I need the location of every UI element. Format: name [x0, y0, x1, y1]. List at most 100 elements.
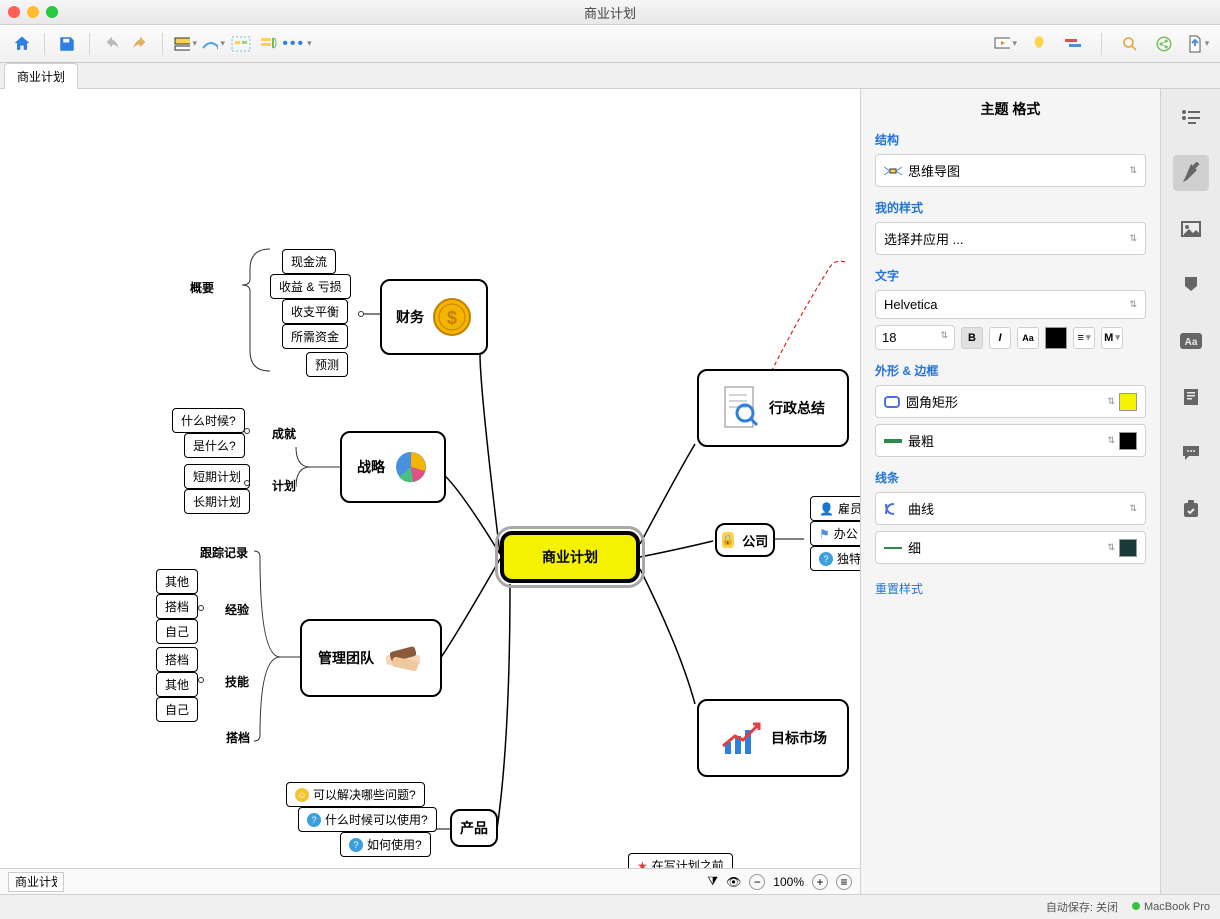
node-finance[interactable]: 财务 $	[380, 279, 488, 355]
node-product[interactable]: 产品	[450, 809, 498, 847]
tab-marker-icon[interactable]	[1173, 267, 1209, 303]
node-exec-summary[interactable]: 行政总结	[697, 369, 849, 447]
autosave-status: 自动保存: 关闭	[1046, 899, 1118, 915]
sheet-name-input[interactable]	[8, 872, 64, 892]
structure-selector[interactable]: 思维导图 ⇅	[875, 154, 1146, 187]
brainstorm-icon[interactable]	[1027, 32, 1051, 56]
tab-comments-icon[interactable]	[1173, 435, 1209, 471]
reset-style-link[interactable]: 重置样式	[875, 580, 923, 597]
presentation-icon[interactable]: ▾	[993, 32, 1017, 56]
central-topic[interactable]: 商业计划	[500, 531, 640, 583]
team-exp-0[interactable]: 其他	[156, 569, 198, 594]
product-item-2[interactable]: ?如何使用?	[340, 832, 431, 857]
tab-task-icon[interactable]	[1173, 491, 1209, 527]
app-footer: 自动保存: 关闭 MacBook Pro	[0, 894, 1220, 919]
more-icon[interactable]: •••▾	[285, 32, 309, 56]
home-icon[interactable]	[10, 32, 34, 56]
font-selector[interactable]: Helvetica ⇅	[875, 290, 1146, 319]
status-dot-icon	[1132, 902, 1140, 910]
team-skill-2[interactable]: 自己	[156, 697, 198, 722]
company-item-1[interactable]: ⚑办公	[810, 521, 860, 546]
shape-fill-swatch[interactable]	[1119, 393, 1137, 411]
tab-outline-icon[interactable]	[1173, 99, 1209, 135]
team-skill-0[interactable]: 搭档	[156, 647, 198, 672]
section-text: 文字	[875, 267, 1146, 284]
gantt-icon[interactable]	[1061, 32, 1085, 56]
font-size-input[interactable]: 18⇅	[875, 325, 955, 350]
mystyle-selector[interactable]: 选择并应用 ... ⇅	[875, 222, 1146, 255]
save-icon[interactable]	[55, 32, 79, 56]
tab-text-style-icon[interactable]: Aa	[1173, 323, 1209, 359]
line-weight-selector[interactable]: 细 ⇅	[875, 531, 1146, 564]
eye-icon[interactable]: 👁	[726, 875, 741, 889]
company-item-2[interactable]: ?独特	[810, 546, 860, 571]
summary-tool-icon[interactable]	[257, 32, 281, 56]
align-button[interactable]: ≡▾	[1073, 327, 1095, 349]
team-exp-1[interactable]: 搭档	[156, 594, 198, 619]
product-item-0[interactable]: ☺可以解决哪些问题?	[286, 782, 425, 807]
redo-icon[interactable]	[128, 32, 152, 56]
strategy-plan-0[interactable]: 短期计划	[184, 464, 250, 489]
tab-image-icon[interactable]	[1173, 211, 1209, 247]
team-skill-1[interactable]: 其他	[156, 672, 198, 697]
finance-item-3[interactable]: 所需资金	[282, 324, 348, 349]
main-toolbar: ▾ ▾ •••▾ ▾ ▾	[0, 25, 1220, 63]
border-color-swatch[interactable]	[1119, 432, 1137, 450]
text-case-button[interactable]: Aa	[1017, 327, 1039, 349]
team-exp-2[interactable]: 自己	[156, 619, 198, 644]
node-company[interactable]: 🔒 公司	[715, 523, 775, 557]
node-strategy[interactable]: 战略	[340, 431, 446, 503]
node-target-market[interactable]: 目标市场	[697, 699, 849, 777]
finance-item-1[interactable]: 收益 & 亏损	[270, 274, 351, 299]
pie-chart-icon	[393, 449, 429, 485]
strategy-plan-label: 计划	[272, 477, 296, 494]
curve-icon	[884, 502, 902, 516]
section-line: 线条	[875, 469, 1146, 486]
shape-selector[interactable]: 圆角矩形 ⇅	[875, 385, 1146, 418]
boundary-tool-icon[interactable]	[229, 32, 253, 56]
section-structure: 结构	[875, 131, 1146, 148]
finance-overview-label: 概要	[190, 279, 214, 296]
finance-item-2[interactable]: 收支平衡	[282, 299, 348, 324]
undo-icon[interactable]	[100, 32, 124, 56]
relationship-icon[interactable]: ▾	[201, 32, 225, 56]
window-titlebar: 商业计划	[0, 0, 1220, 25]
text-color-swatch[interactable]	[1045, 327, 1067, 349]
strategy-plan-1[interactable]: 长期计划	[184, 489, 250, 514]
finance-item-4[interactable]: 预测	[306, 352, 348, 377]
tab-notes-icon[interactable]	[1173, 379, 1209, 415]
bold-button[interactable]: B	[961, 327, 983, 349]
flag-icon: ⚑	[819, 527, 830, 541]
zoom-out-button[interactable]: −	[749, 874, 765, 890]
hands-icon	[382, 637, 424, 679]
line-style-selector[interactable]: 曲线 ⇅	[875, 492, 1146, 525]
team-partner-label: 搭档	[226, 729, 250, 746]
fit-icon[interactable]: ≡	[836, 874, 852, 890]
italic-button[interactable]: I	[989, 327, 1011, 349]
export-icon[interactable]: ▾	[1186, 32, 1210, 56]
topic-icon[interactable]: ▾	[173, 32, 197, 56]
product-item-1[interactable]: ?什么时候可以使用?	[298, 807, 437, 832]
document-tabbar: 商业计划	[0, 63, 1220, 89]
panel-title: 主题 格式	[875, 99, 1146, 119]
zoom-level: 100%	[773, 875, 804, 889]
tab-format-icon[interactable]	[1173, 155, 1209, 191]
mindmap-canvas[interactable]: 商业计划 财务 $ 概要 现金流 收益 & 亏损 收支平衡 所需资金 预测 战略…	[0, 89, 860, 894]
company-item-0[interactable]: 👤雇员	[810, 496, 860, 521]
manual-button[interactable]: M▾	[1101, 327, 1123, 349]
filter-icon[interactable]: ⧩	[707, 874, 718, 889]
person-icon: 👤	[819, 502, 834, 516]
finance-item-0[interactable]: 现金流	[282, 249, 336, 274]
team-exp-label: 经验	[225, 601, 249, 618]
line-color-swatch[interactable]	[1119, 539, 1137, 557]
search-icon[interactable]	[1118, 32, 1142, 56]
tab-business-plan[interactable]: 商业计划	[4, 63, 78, 89]
border-selector[interactable]: 最粗 ⇅	[875, 424, 1146, 457]
node-team[interactable]: 管理团队	[300, 619, 442, 697]
strategy-achieve-1[interactable]: 是什么?	[184, 433, 245, 458]
coin-icon: $	[432, 297, 472, 337]
strategy-achieve-0[interactable]: 什么时候?	[172, 408, 245, 433]
share-icon[interactable]	[1152, 32, 1176, 56]
svg-text:$: $	[447, 308, 457, 328]
zoom-in-button[interactable]: +	[812, 874, 828, 890]
